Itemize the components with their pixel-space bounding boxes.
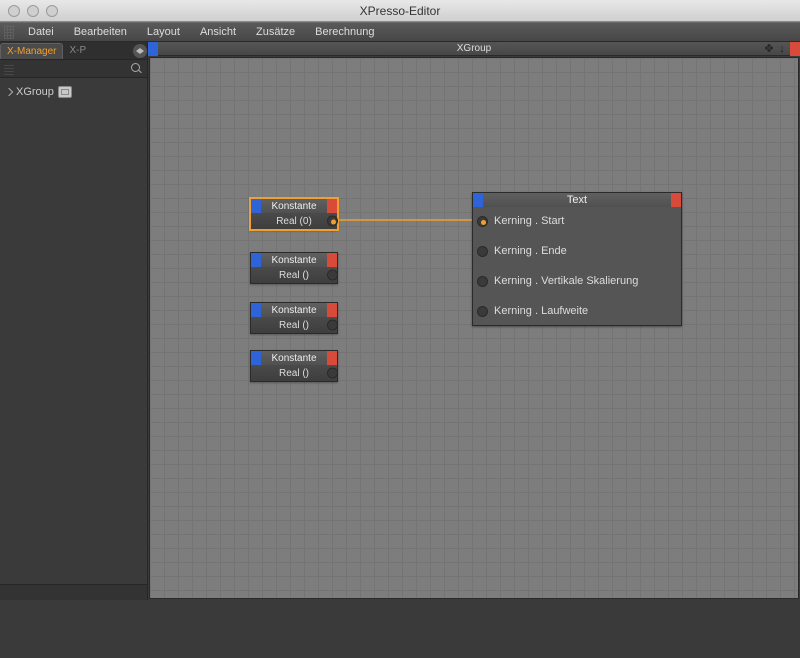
node-header[interactable]: Konstante (251, 303, 337, 317)
sidebar-toolbar (0, 60, 147, 78)
menu-ansicht[interactable]: Ansicht (190, 23, 246, 41)
tree: XGroup (0, 78, 147, 106)
input-label: Kerning . Laufweite (494, 305, 588, 317)
connection-wire (150, 58, 800, 658)
node-body: Real (0) (251, 213, 337, 229)
search-icon[interactable] (131, 63, 143, 75)
menubar-grip-icon (4, 25, 14, 39)
tree-item-label: XGroup (16, 86, 54, 98)
node-input-cap-icon (251, 199, 261, 213)
menu-layout[interactable]: Layout (137, 23, 190, 41)
node-output-cap-icon (327, 351, 337, 365)
node-input-cap-icon (251, 351, 261, 365)
sidebar-tabs: X-Manager X-P (0, 42, 147, 60)
node-title: Text (483, 193, 671, 207)
window-title: XPresso-Editor (0, 4, 800, 18)
tree-expand-icon[interactable] (5, 88, 13, 96)
node-body: Real () (251, 365, 337, 381)
input-row-0: Kerning . Start (477, 215, 675, 227)
menubar: Datei Bearbeiten Layout Ansicht Zusätze … (0, 22, 800, 42)
input-label: Kerning . Vertikale Skalierung (494, 275, 638, 287)
node-header[interactable]: Konstante (251, 253, 337, 267)
input-port[interactable] (477, 246, 488, 257)
node-input-cap-icon (251, 253, 261, 267)
node-title: Konstante (261, 303, 327, 317)
down-arrow-icon[interactable]: ↓ (776, 43, 788, 55)
input-port[interactable] (477, 276, 488, 287)
xgroup-icon (58, 86, 72, 98)
tab-nav-buttons[interactable] (133, 44, 147, 58)
node-header[interactable]: Text (473, 193, 681, 207)
node-title: Konstante (261, 351, 327, 365)
output-port[interactable] (327, 368, 338, 379)
constant-node-3[interactable]: Konstante Real () (250, 350, 338, 382)
node-output-cap-icon (327, 303, 337, 317)
toolbar-grip-icon (4, 63, 14, 75)
node-body: Real () (251, 267, 337, 283)
node-body: Real () (251, 317, 337, 333)
canvas-panel: XGroup ✥ ↓ Konstante Real (0) Konstante Rea… (148, 42, 800, 600)
node-value: Real () (279, 368, 309, 379)
sidebar-footer (0, 584, 147, 600)
input-label: Kerning . Ende (494, 245, 567, 257)
canvas-output-cap-icon (790, 42, 800, 56)
move-icon[interactable]: ✥ (763, 43, 775, 55)
node-value: Real () (279, 270, 309, 281)
tab-nav (133, 44, 147, 58)
text-node[interactable]: TextKerning . StartKerning . EndeKerning… (472, 192, 682, 326)
close-window-button[interactable] (8, 5, 20, 17)
canvas-titlebar[interactable]: XGroup ✥ ↓ (148, 42, 800, 56)
constant-node-0[interactable]: Konstante Real (0) (250, 198, 338, 230)
chevron-right-icon (140, 48, 144, 54)
menu-bearbeiten[interactable]: Bearbeiten (64, 23, 137, 41)
menu-berechnung[interactable]: Berechnung (305, 23, 384, 41)
tab-x-pool[interactable]: X-P (63, 43, 92, 58)
input-row-1: Kerning . Ende (477, 245, 675, 257)
output-port[interactable] (327, 320, 338, 331)
node-header[interactable]: Konstante (251, 199, 337, 213)
node-value: Real (0) (276, 216, 312, 227)
node-input-cap-icon (251, 303, 261, 317)
menu-zusaetze[interactable]: Zusätze (246, 23, 305, 41)
output-port[interactable] (327, 216, 338, 227)
node-output-cap-icon (671, 193, 681, 207)
minimize-window-button[interactable] (27, 5, 39, 17)
node-title: Konstante (261, 253, 327, 267)
sidebar: X-Manager X-P XGroup (0, 42, 148, 600)
output-port[interactable] (327, 270, 338, 281)
node-input-cap-icon (473, 193, 483, 207)
zoom-window-button[interactable] (46, 5, 58, 17)
constant-node-2[interactable]: Konstante Real () (250, 302, 338, 334)
constant-node-1[interactable]: Konstante Real () (250, 252, 338, 284)
node-header[interactable]: Konstante (251, 351, 337, 365)
node-output-cap-icon (327, 199, 337, 213)
input-label: Kerning . Start (494, 215, 564, 227)
node-value: Real () (279, 320, 309, 331)
menu-datei[interactable]: Datei (18, 23, 64, 41)
tab-x-manager[interactable]: X-Manager (0, 43, 63, 59)
input-port[interactable] (477, 306, 488, 317)
node-output-cap-icon (327, 253, 337, 267)
input-port[interactable] (477, 216, 488, 227)
canvas-input-cap-icon (148, 42, 158, 56)
tree-item-xgroup[interactable]: XGroup (4, 84, 143, 100)
input-row-3: Kerning . Laufweite (477, 305, 675, 317)
node-body: Kerning . Start Kerning . Ende Kerning . V… (473, 207, 681, 325)
node-canvas[interactable]: KonstanteReal (0)KonstanteReal ()Konstan… (149, 57, 799, 599)
input-row-2: Kerning . Vertikale Skalierung (477, 275, 675, 287)
canvas-title-label: XGroup (158, 43, 790, 54)
node-title: Konstante (261, 199, 327, 213)
titlebar: XPresso-Editor (0, 0, 800, 22)
